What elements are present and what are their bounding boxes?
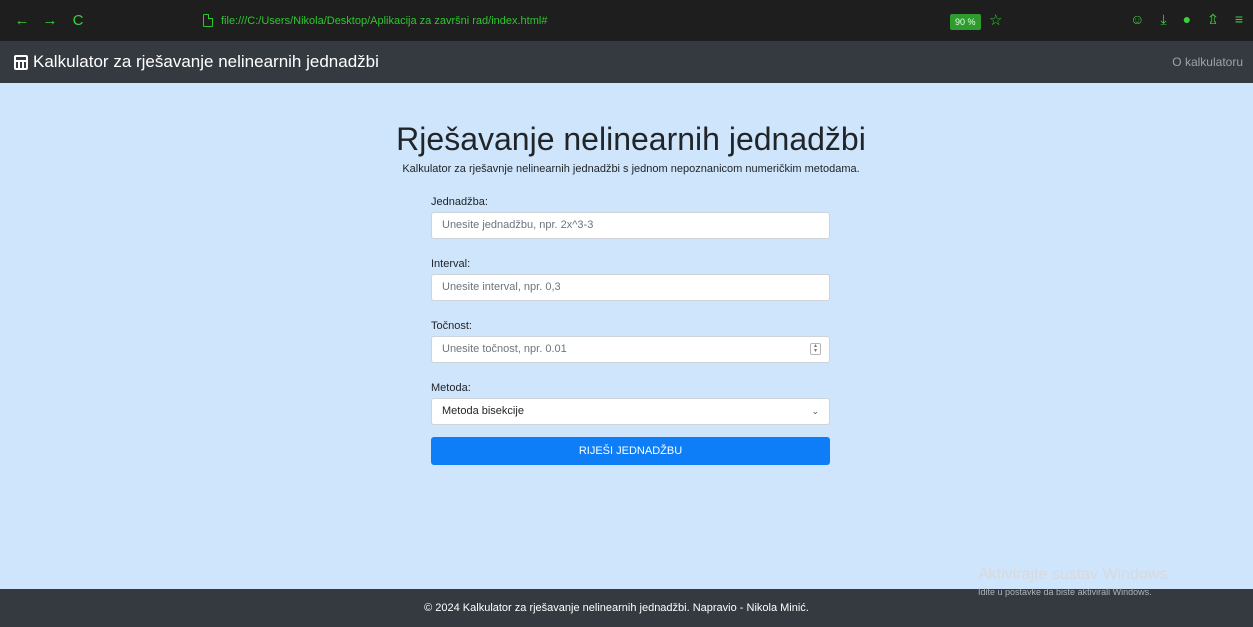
page-title: Rješavanje nelinearnih jednadžbi [396,121,866,157]
calculator-icon [14,54,28,70]
watermark-title: Aktivirajte sustav Windows [978,566,1168,583]
browser-nav-buttons: ← → C [8,12,92,29]
interval-field-group: Interval: Unesite interval, npr. 0,3 [431,255,830,301]
menu-icon[interactable]: ≡ [1235,11,1243,28]
bookmark-star-icon[interactable]: ☆ [989,11,1002,29]
equation-form: Jednadžba: Unesite jednadžbu, npr. 2x^3-… [431,193,830,465]
address-bar[interactable]: file:///C:/Users/Nikola/Desktop/Aplikaci… [195,9,1015,32]
chevron-down-icon: ⌄ [811,406,819,416]
forward-arrow-icon[interactable]: → [36,12,64,29]
zoom-level-badge[interactable]: 90 % [950,14,981,30]
interval-label: Interval: [431,258,471,270]
page-icon [203,14,213,27]
number-spinner-icon[interactable]: ▴ ▾ [810,343,821,355]
reload-icon[interactable]: C [64,12,92,29]
interval-input[interactable]: Unesite interval, npr. 0,3 [431,274,830,301]
method-field-group: Metoda: Metoda bisekcije ⌄ [431,379,830,425]
download-icon[interactable]: ⤓ [1160,11,1166,28]
accuracy-label: Točnost: [431,320,472,332]
accuracy-input-wrapper: Unesite točnost, npr. 0.01 ▴ ▾ [431,336,830,363]
address-url[interactable]: file:///C:/Users/Nikola/Desktop/Aplikaci… [221,15,547,27]
method-label: Metoda: [431,382,471,394]
method-selected-value: Metoda bisekcije [442,405,524,417]
account-icon[interactable]: ● [1183,11,1191,28]
navbar-brand[interactable]: Kalkulator za rješavanje nelinearnih jed… [14,52,379,72]
page-subtitle: Kalkulator za rješavnje nelinearnih jedn… [402,163,860,175]
main-content: Rješavanje nelinearnih jednadžbi Kalkula… [0,83,1253,589]
equation-field-group: Jednadžba: Unesite jednadžbu, npr. 2x^3-… [431,193,830,239]
browser-toolbar: ← → C file:///C:/Users/Nikola/Desktop/Ap… [0,0,1253,41]
accuracy-input[interactable]: Unesite točnost, npr. 0.01 [431,336,830,363]
navbar: Kalkulator za rješavanje nelinearnih jed… [0,41,1253,83]
navbar-brand-label: Kalkulator za rješavanje nelinearnih jed… [33,52,379,71]
accuracy-field-group: Točnost: Unesite točnost, npr. 0.01 ▴ ▾ [431,317,830,363]
back-arrow-icon[interactable]: ← [8,12,36,29]
windows-activation-watermark: Aktivirajte sustav Windows Idite u posta… [978,566,1167,597]
watermark-subtitle: Idite u postavke da biste aktivirali Win… [978,587,1152,597]
solve-button[interactable]: RIJEŠI JEDNADŽBU [431,437,830,465]
browser-right-icons: ☺ ⤓ ● ⇬ ≡ [1130,11,1243,28]
about-link[interactable]: O kalkulatoru [1172,55,1243,69]
extensions-icon[interactable]: ⇬ [1207,11,1219,28]
equation-input[interactable]: Unesite jednadžbu, npr. 2x^3-3 [431,212,830,239]
equation-label: Jednadžba: [431,196,488,208]
method-select[interactable]: Metoda bisekcije ⌄ [431,398,830,425]
pocket-icon[interactable]: ☺ [1130,11,1144,28]
